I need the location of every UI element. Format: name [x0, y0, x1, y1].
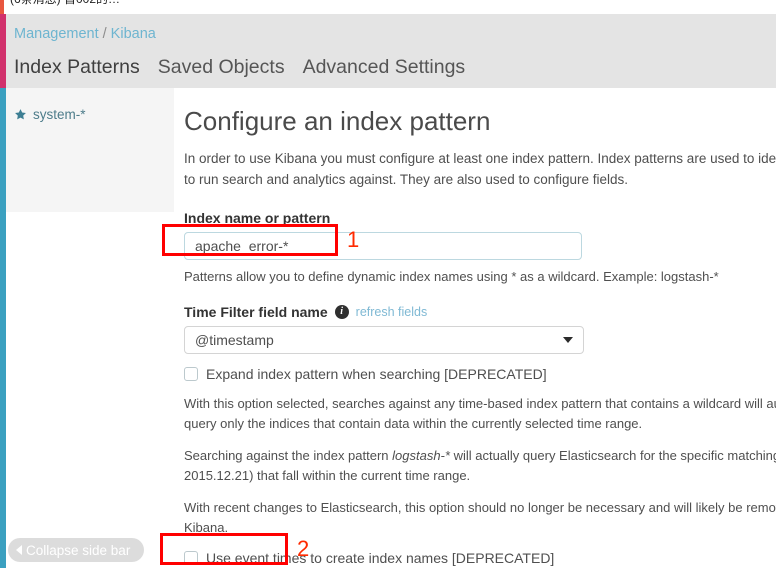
header-accent-bar — [0, 14, 6, 88]
refresh-fields-link[interactable]: refresh fields — [356, 305, 428, 319]
sidebar-lower-background — [6, 212, 174, 568]
index-name-label: Index name or pattern — [184, 210, 776, 226]
breadcrumb-kibana[interactable]: Kibana — [111, 26, 156, 42]
expand-index-pattern-row[interactable]: Expand index pattern when searching [DEP… — [184, 366, 776, 382]
index-name-label-text: Index name or pattern — [184, 210, 331, 226]
info-icon[interactable]: i — [334, 305, 349, 319]
intro-paragraph: In order to use Kibana you must configur… — [184, 151, 776, 187]
index-name-input[interactable] — [184, 232, 582, 260]
index-name-hint: Patterns allow you to define dynamic ind… — [184, 269, 719, 284]
page-title: Configure an index pattern — [184, 106, 491, 136]
kibana-index-pattern-page: (6条消息) 首002的… Management/Kibana Index Pa… — [0, 0, 776, 568]
collapse-side-bar-label: Collapse side bar — [26, 542, 131, 558]
sidebar-item-system[interactable]: system-* — [0, 104, 174, 125]
event-times-checkbox[interactable] — [184, 551, 198, 565]
page-header: Management / Kibana Index Patterns Saved O… — [0, 14, 776, 88]
time-filter-label: Time Filter field name i refresh fields — [184, 304, 776, 320]
time-filter-select[interactable]: @timestamp — [184, 326, 584, 354]
breadcrumb-separator: / — [102, 26, 107, 42]
tab-index-patterns[interactable]: Index Patterns — [14, 54, 140, 80]
expand-index-pattern-label: Expand index pattern when searching [DEP… — [206, 366, 547, 382]
browser-strip: (6条消息) 首002的… — [0, 0, 776, 14]
index-pattern-list: system-* — [0, 104, 174, 125]
time-filter-select-wrap: @timestamp — [184, 326, 584, 354]
sidebar-item-label: system-* — [33, 107, 86, 122]
note-paragraph-2: Searching against the index pattern logs… — [184, 448, 776, 483]
browser-strip-accent — [0, 0, 4, 14]
sidebar-accent-bar — [0, 88, 6, 568]
note-paragraph-3: With recent changes to Elasticsearch, th… — [184, 500, 776, 535]
time-filter-label-text: Time Filter field name — [184, 304, 328, 320]
chevron-left-icon — [16, 545, 22, 555]
tab-advanced-settings[interactable]: Advanced Settings — [303, 54, 466, 80]
expand-index-pattern-checkbox[interactable] — [184, 367, 198, 381]
star-icon — [14, 108, 27, 121]
breadcrumb-management[interactable]: Management — [14, 26, 99, 42]
browser-strip-text: (6条消息) 首002的… — [10, 0, 120, 6]
note-paragraph-1: With this option selected, searches agai… — [184, 396, 776, 431]
collapse-side-bar-button[interactable]: Collapse side bar — [8, 538, 145, 562]
nav-tabs: Index Patterns Saved Objects Advanced Se… — [14, 54, 465, 80]
event-times-label: Use event times to create index names [D… — [206, 550, 555, 566]
breadcrumb: Management / Kibana — [14, 26, 156, 42]
event-times-row[interactable]: Use event times to create index names [D… — [184, 550, 776, 566]
tab-saved-objects[interactable]: Saved Objects — [158, 54, 285, 80]
main-content: Configure an index pattern In order to u… — [174, 88, 776, 568]
sidebar: system-* — [0, 88, 174, 568]
